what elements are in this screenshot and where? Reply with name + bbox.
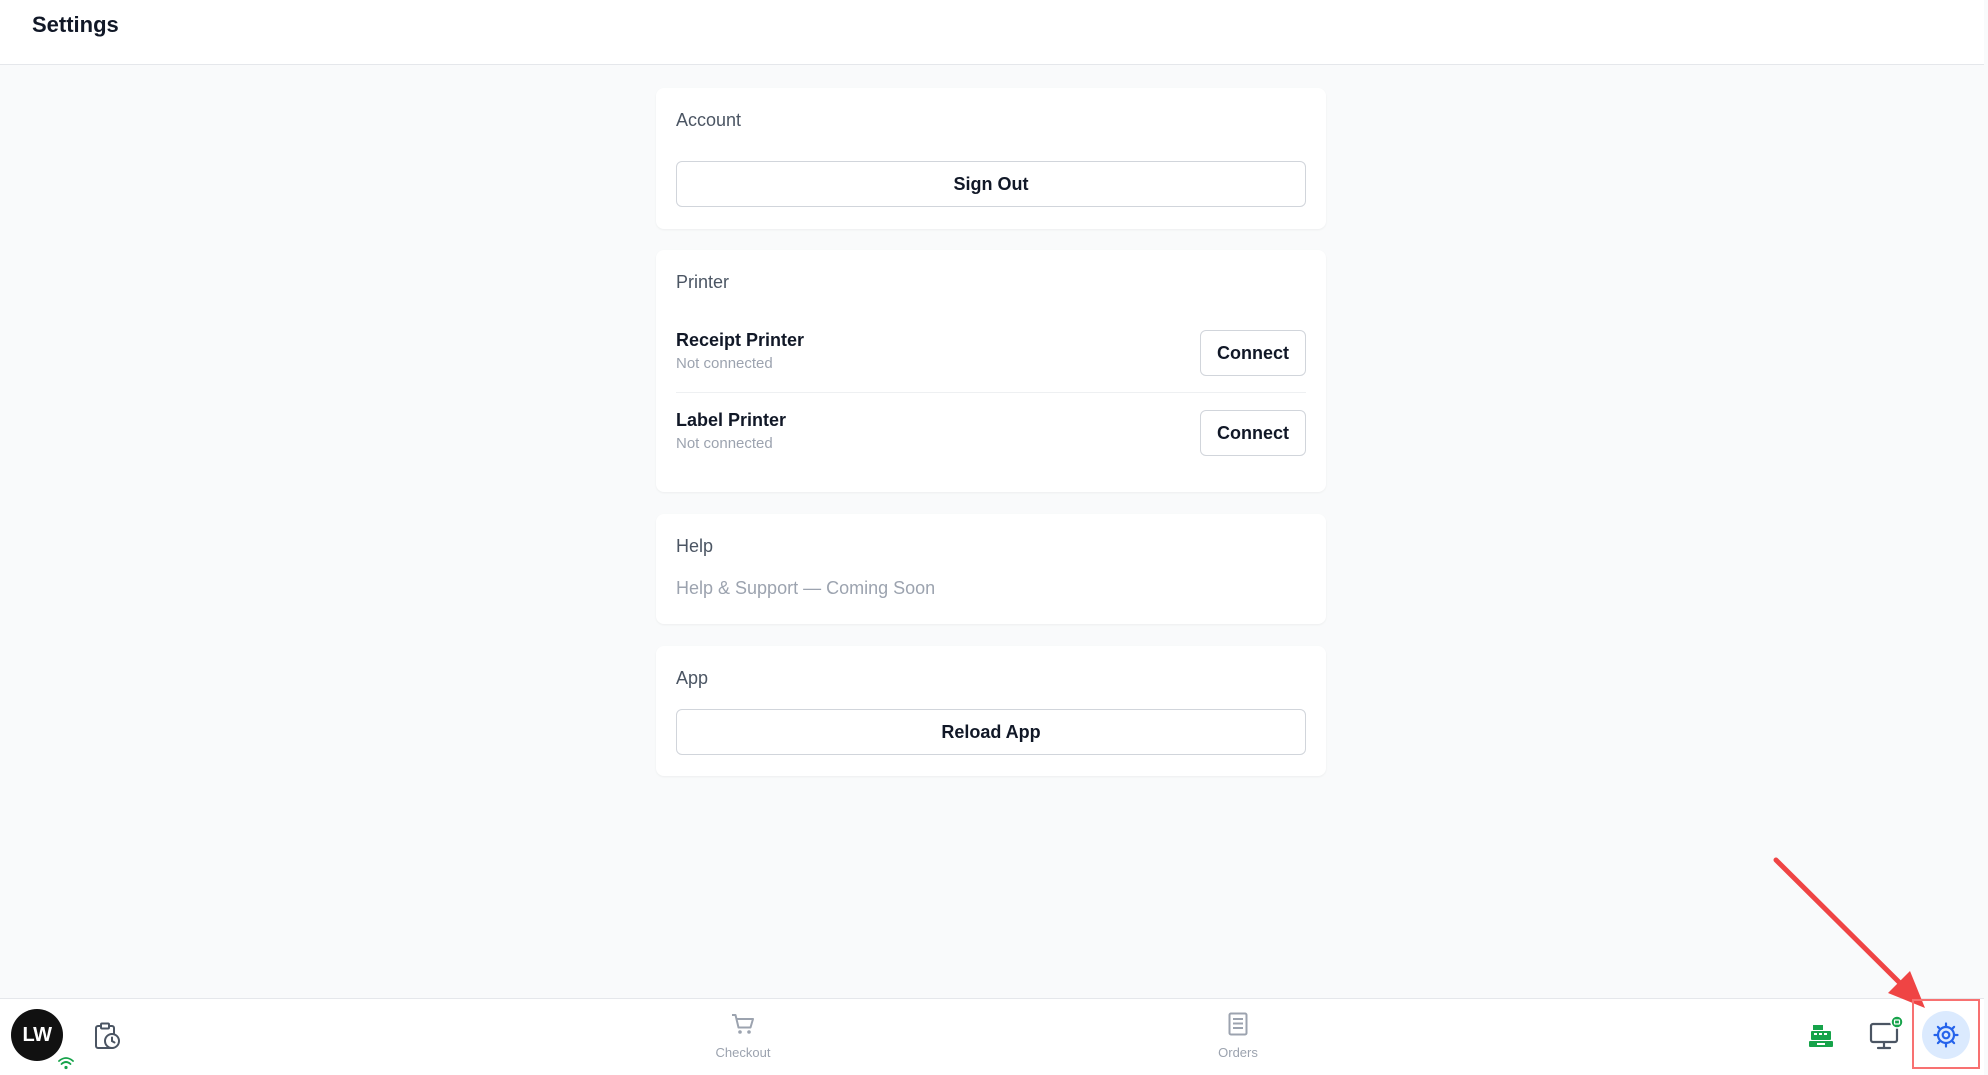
monitor-icon[interactable] — [1866, 1014, 1906, 1054]
cart-icon — [732, 1014, 754, 1034]
printer-divider — [676, 392, 1306, 393]
receipt-printer-name: Receipt Printer — [676, 330, 805, 350]
account-section-title: Account — [676, 110, 742, 130]
label-printer-status: Not connected — [676, 435, 773, 452]
label-printer-row: Label Printer Not connected Connect — [676, 410, 1306, 470]
wifi-icon — [55, 1052, 77, 1074]
app-card: App Reload App — [656, 646, 1326, 776]
annotation-highlight-box — [1912, 999, 1980, 1069]
account-card: Account Sign Out — [656, 88, 1326, 229]
reload-app-button[interactable]: Reload App — [676, 709, 1306, 755]
receipt-icon — [1228, 1012, 1248, 1036]
nav-orders[interactable]: Orders — [1193, 1009, 1283, 1065]
annotation-arrow — [1773, 857, 1925, 1008]
receipt-printer-connect-button[interactable]: Connect — [1200, 330, 1306, 376]
help-card: Help Help & Support — Coming Soon — [656, 514, 1326, 624]
cash-register-icon[interactable] — [1804, 1019, 1838, 1053]
receipt-printer-status: Not connected — [676, 355, 773, 372]
page-title: Settings — [32, 12, 119, 37]
printer-section-title: Printer — [676, 272, 730, 292]
clipboard-clock-icon[interactable] — [90, 1019, 124, 1053]
top-bar: Settings — [0, 0, 1984, 65]
printer-card: Printer Receipt Printer Not connected Co… — [656, 250, 1326, 492]
avatar[interactable]: LW — [11, 1009, 77, 1074]
help-support-text: Help & Support — Coming Soon — [676, 578, 936, 598]
bottom-nav-bar: LW Checkout Orders — [0, 998, 1984, 1075]
avatar-initials: LW — [22, 1023, 53, 1046]
app-section-title: App — [676, 668, 709, 688]
label-printer-connect-button[interactable]: Connect — [1200, 410, 1306, 456]
nav-orders-label: Orders — [1218, 1045, 1258, 1060]
nav-checkout-label: Checkout — [715, 1045, 771, 1060]
receipt-printer-row: Receipt Printer Not connected Connect — [676, 330, 1306, 390]
help-section-title: Help — [676, 536, 714, 556]
nav-checkout[interactable]: Checkout — [698, 1009, 788, 1065]
label-printer-name: Label Printer — [676, 410, 787, 430]
sign-out-button[interactable]: Sign Out — [676, 161, 1306, 207]
